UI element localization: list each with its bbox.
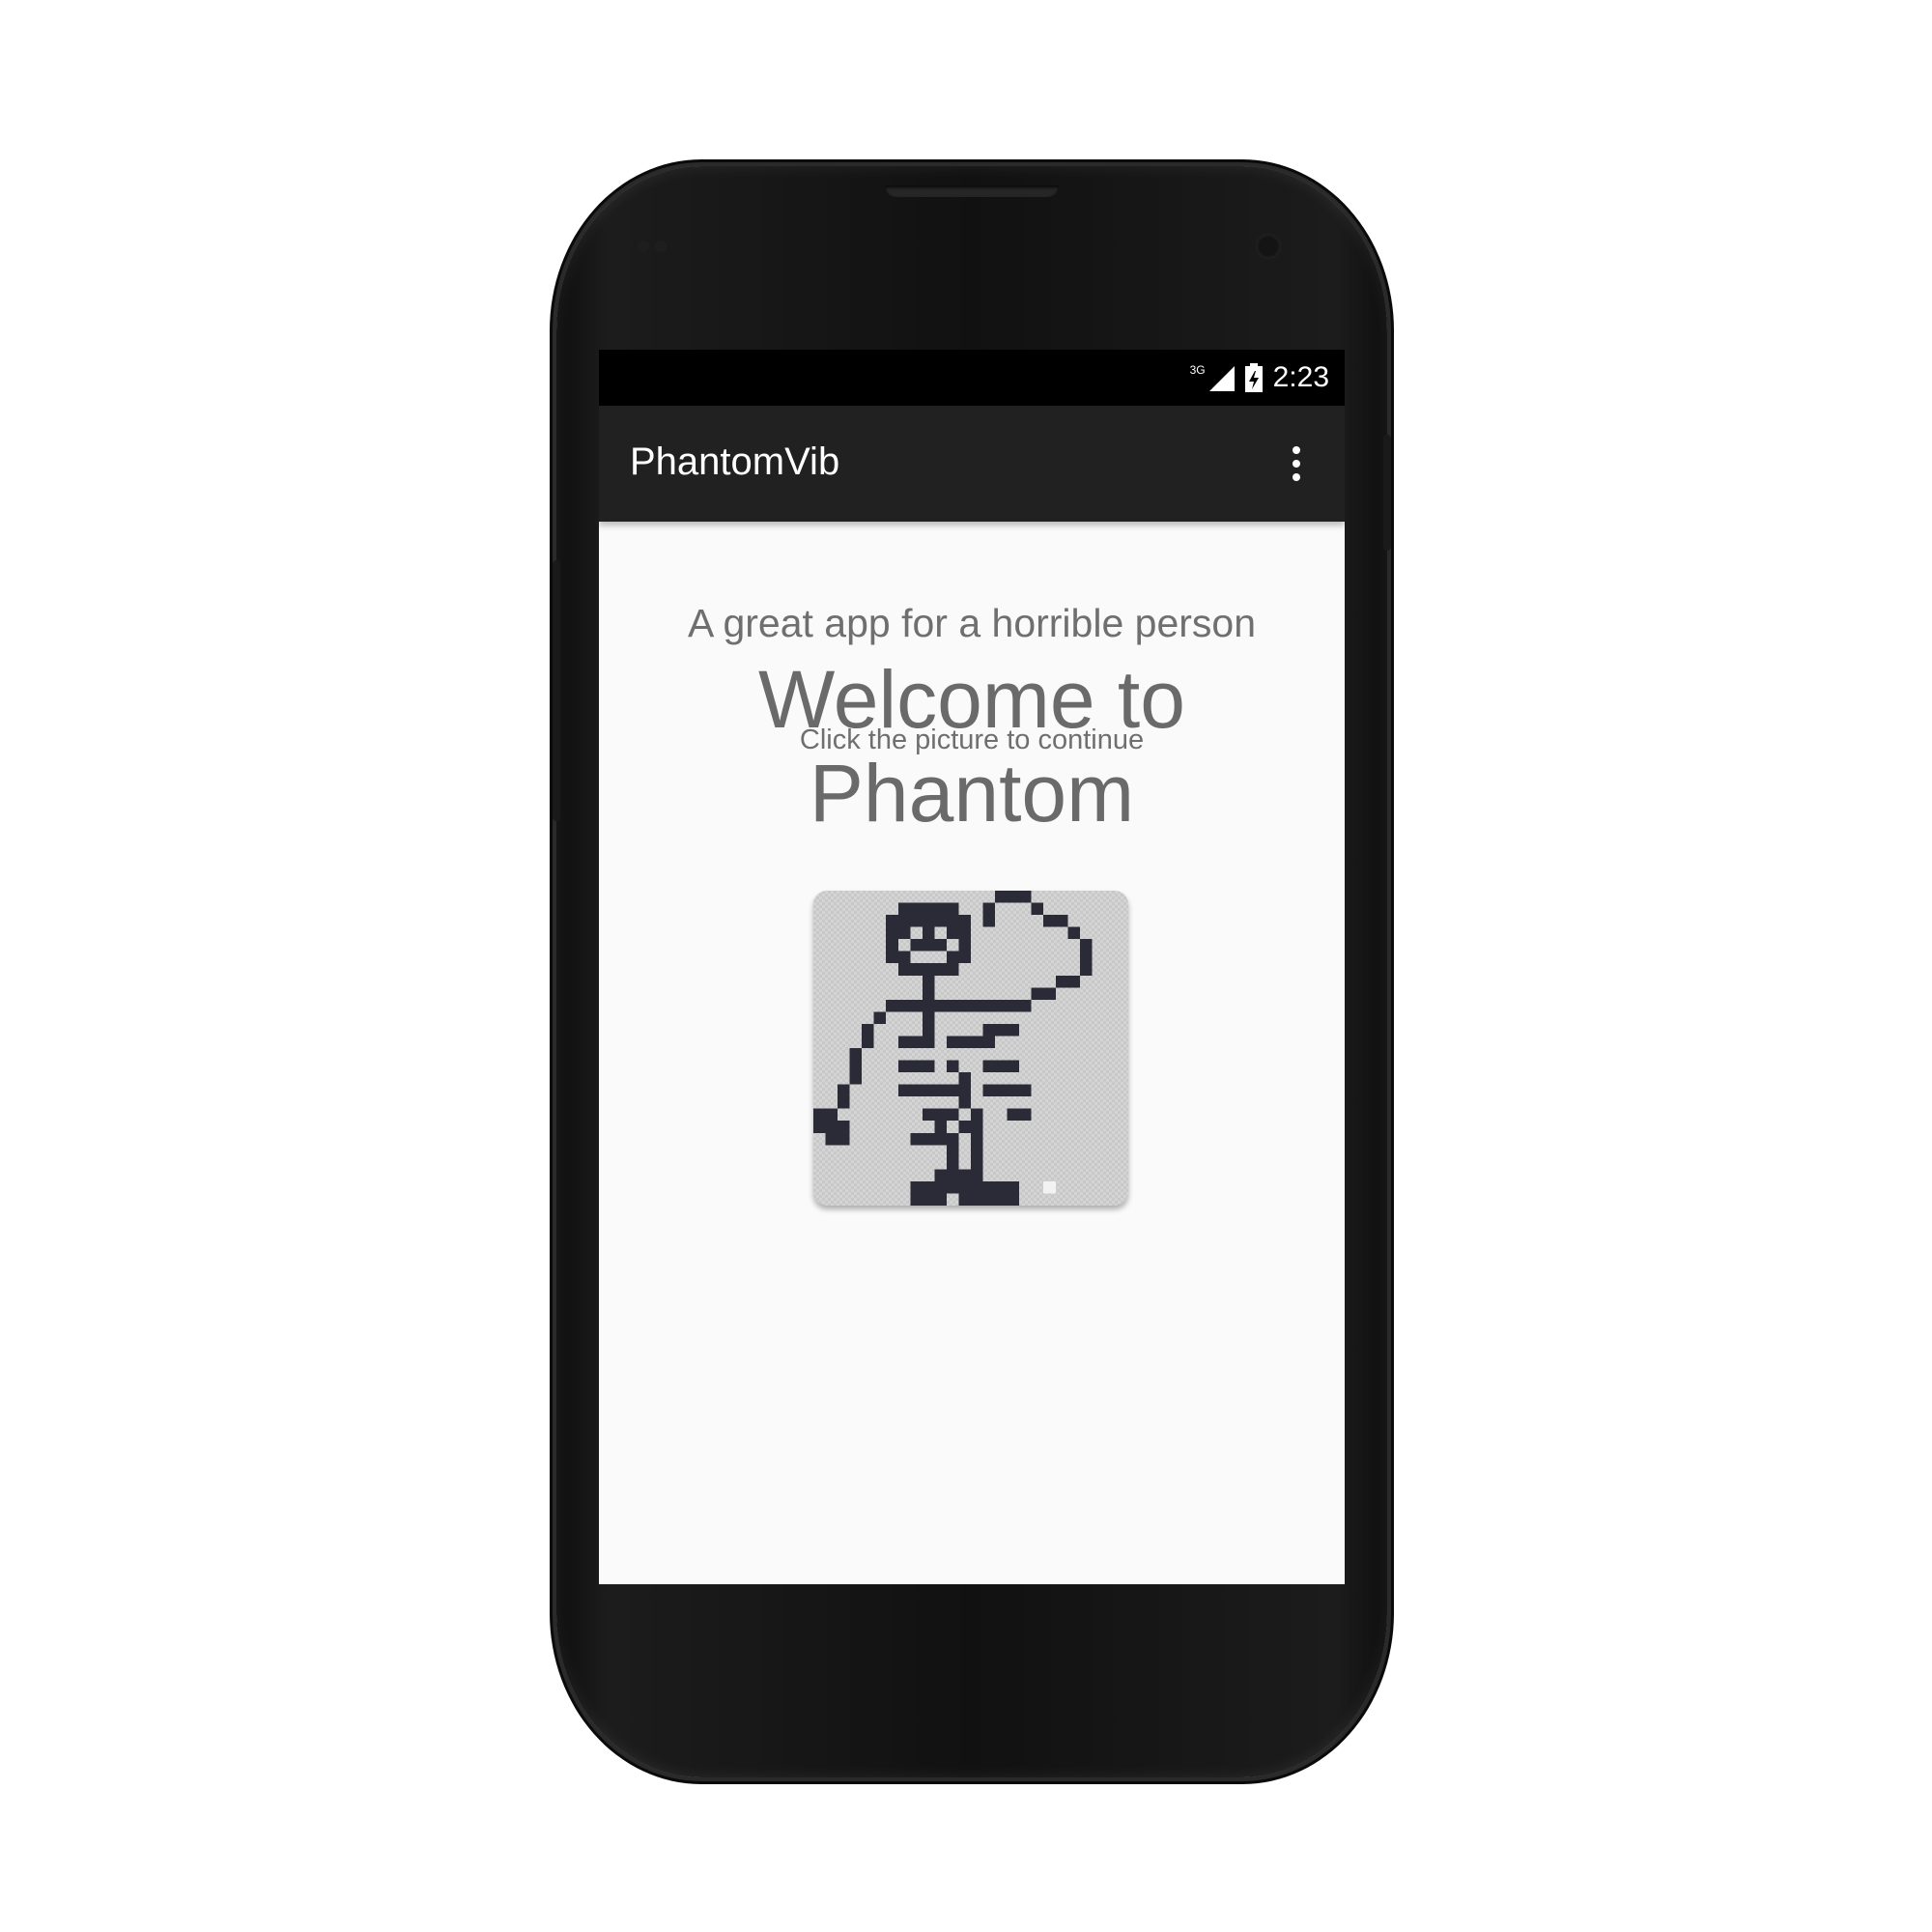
sensor-dots: [638, 240, 680, 253]
hint-text: Click the picture to continue: [799, 724, 1145, 755]
network-type: 3G: [1189, 363, 1206, 377]
battery-charging-icon: [1244, 363, 1263, 392]
more-vert-icon[interactable]: [1267, 433, 1325, 495]
earpiece-speaker: [885, 185, 1059, 197]
pixel-skeleton-icon: [813, 891, 1093, 1206]
phone-screen: 3G 2:23 PhantomVib A great app for a hor…: [599, 350, 1345, 1584]
signal-icon: [1208, 366, 1235, 391]
status-bar: 3G 2:23: [599, 350, 1345, 406]
clock: 2:23: [1272, 361, 1329, 393]
power-button: [1383, 435, 1391, 551]
app-bar: PhantomVib: [599, 406, 1345, 522]
front-camera: [1256, 234, 1281, 259]
volume-button: [553, 560, 560, 821]
app-title: PhantomVib: [630, 440, 840, 483]
skeleton-picture-button[interactable]: [813, 891, 1128, 1206]
tagline: A great app for a horrible person: [687, 601, 1257, 645]
